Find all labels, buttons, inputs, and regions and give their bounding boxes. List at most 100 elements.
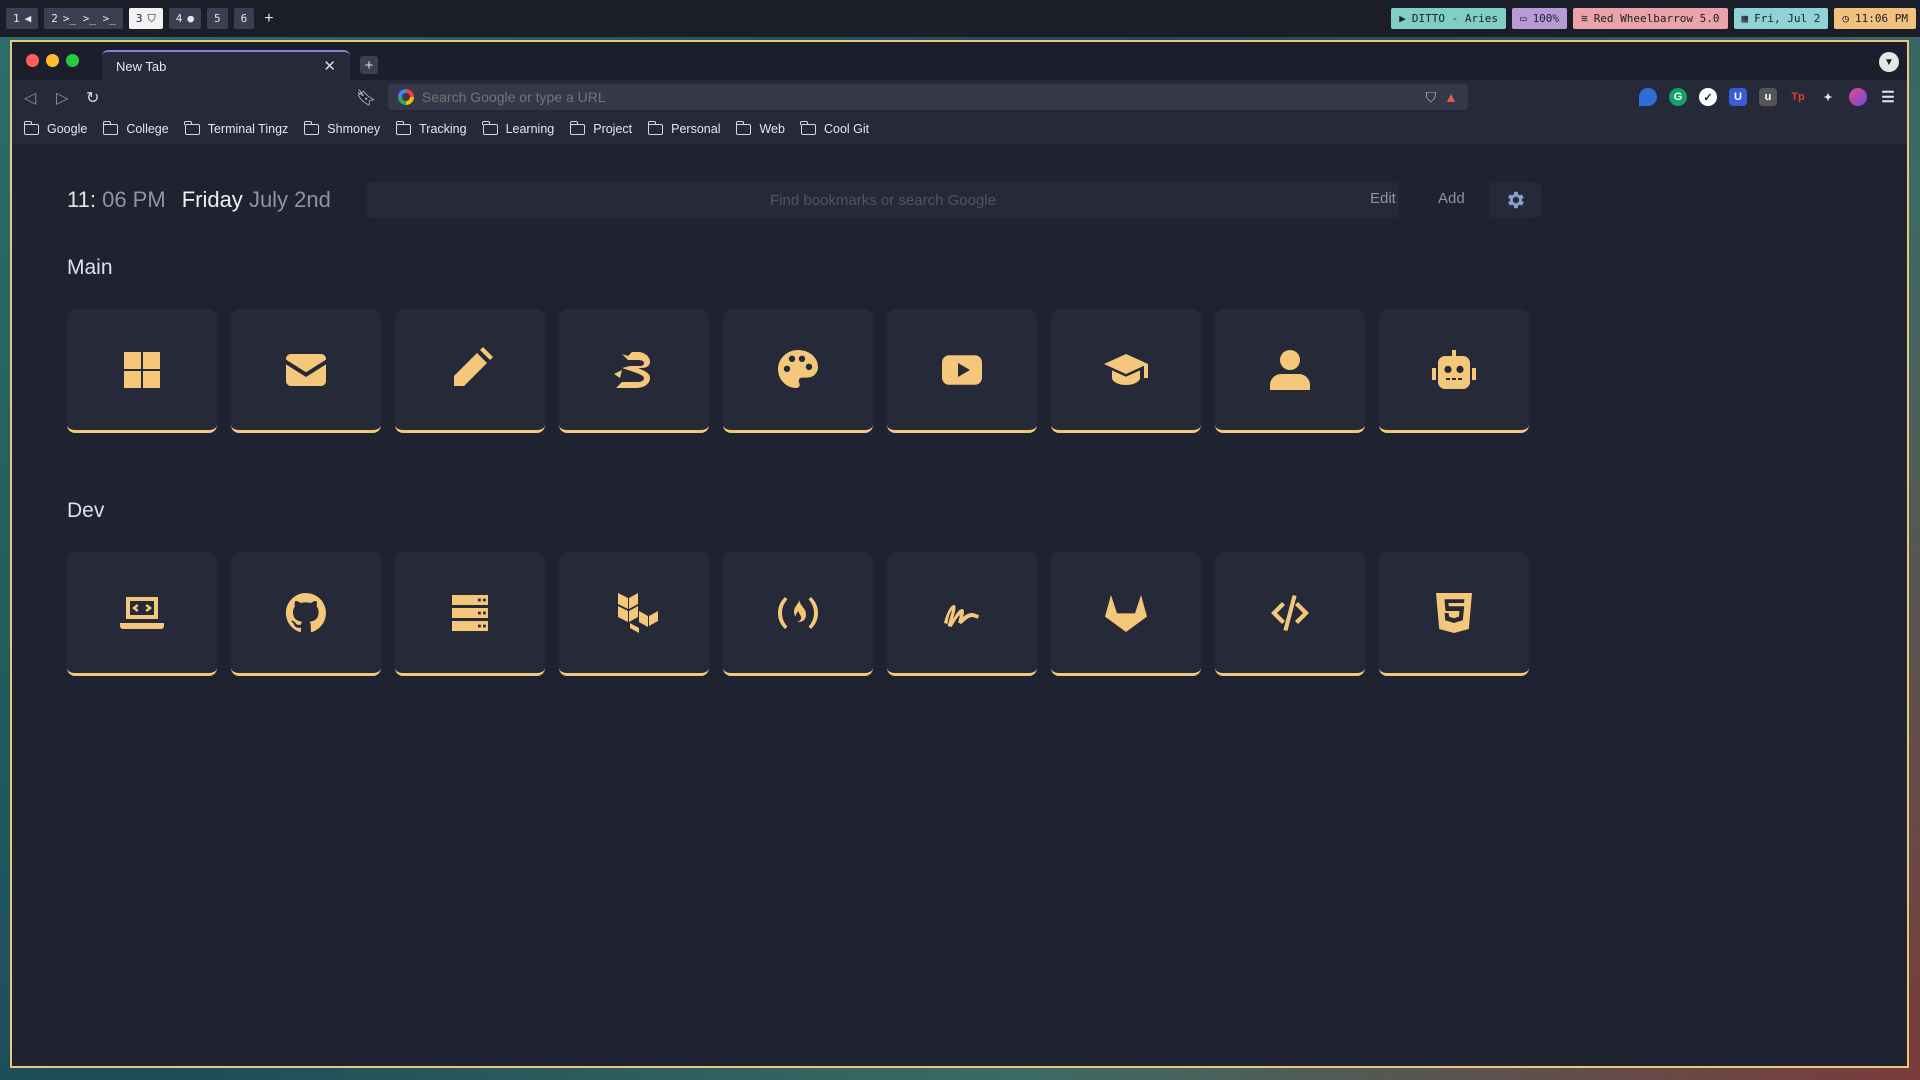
- mail-icon: [286, 353, 326, 386]
- bookmark-folder-tracking[interactable]: Tracking: [395, 120, 467, 136]
- bookmark-label: College: [126, 122, 169, 136]
- menu-icon[interactable]: ☰: [1879, 88, 1897, 106]
- bookmark-label: Shmoney: [327, 122, 381, 136]
- bookmark-label: Tracking: [419, 122, 467, 136]
- server-icon: [452, 594, 488, 631]
- wifi-icon: ≋: [1581, 12, 1588, 25]
- workspace-4[interactable]: 4 ●: [168, 8, 201, 29]
- close-window-button[interactable]: [26, 54, 39, 67]
- dev-tiles-grid: [67, 552, 1529, 676]
- workspace-6[interactable]: 6: [233, 8, 255, 29]
- shield-extension-icon[interactable]: U: [1729, 88, 1747, 106]
- new-tab-button[interactable]: +: [360, 56, 378, 74]
- tile-laptop-code[interactable]: [67, 552, 217, 676]
- tile-server[interactable]: [395, 552, 545, 676]
- workspace-3[interactable]: 3 ⛉: [128, 8, 163, 29]
- date: Friday July 2nd: [182, 187, 331, 213]
- media-status[interactable]: ▶ DITTO - Aries: [1391, 8, 1506, 29]
- bookmark-folder-project[interactable]: Project: [569, 120, 632, 136]
- bookmark-folder-learning[interactable]: Learning: [482, 120, 554, 136]
- tab-new-tab[interactable]: New Tab ✕: [102, 50, 350, 80]
- bookmark-folder-google[interactable]: Google: [23, 120, 88, 136]
- maximize-window-button[interactable]: [66, 54, 79, 67]
- ublock-icon[interactable]: u: [1759, 88, 1777, 106]
- workspace-number: 3: [135, 12, 143, 25]
- add-button[interactable]: Add: [1438, 190, 1465, 207]
- tab-strip: New Tab ✕ + ▼: [12, 42, 1907, 80]
- reload-icon[interactable]: ↻: [86, 88, 99, 108]
- bookmark-label: Terminal Tingz: [207, 122, 289, 136]
- tile-boxes[interactable]: [559, 552, 709, 676]
- wifi-label: Red Wheelbarrow 5.0: [1593, 12, 1720, 25]
- tile-dragon[interactable]: [559, 309, 709, 433]
- extensions-area: G ✓ U u Tp ✦ ☰: [1639, 88, 1897, 106]
- tile-user[interactable]: [1215, 309, 1365, 433]
- chat-icon: ●: [187, 12, 194, 25]
- back-icon[interactable]: ◁: [24, 88, 36, 108]
- clock: 11: 06 PM: [67, 187, 166, 213]
- bookmark-folder-shmoney[interactable]: Shmoney: [303, 120, 381, 136]
- workspace-2[interactable]: 2 >_ >_ >_: [44, 8, 123, 29]
- address-bar[interactable]: ⛉ ▲: [388, 84, 1468, 110]
- tile-code[interactable]: [1215, 552, 1365, 676]
- bookmark-folder-personal[interactable]: Personal: [647, 120, 721, 136]
- bookmark-folder-web[interactable]: Web: [735, 120, 785, 136]
- pencil-icon: [454, 346, 493, 386]
- tile-graduation[interactable]: [1051, 309, 1201, 433]
- bookmark-label: Google: [47, 122, 88, 136]
- tile-html5[interactable]: [1379, 552, 1529, 676]
- browser-toolbar: ◁ ▷ ↻ 🔖︎ ⛉ ▲ G ✓ U u Tp ✦ ☰: [12, 80, 1907, 114]
- tile-github[interactable]: [231, 552, 381, 676]
- grammarly-icon[interactable]: G: [1669, 88, 1687, 106]
- section-title-main: Main: [67, 256, 113, 279]
- bookmark-search-input[interactable]: [367, 182, 1399, 218]
- forward-icon[interactable]: ▷: [56, 88, 68, 108]
- windows-icon: [124, 351, 160, 388]
- profile-avatar[interactable]: [1849, 88, 1867, 106]
- folder-icon: [482, 120, 498, 135]
- settings-button[interactable]: [1489, 182, 1541, 218]
- bookmark-folder-cool-git[interactable]: Cool Git: [800, 120, 869, 136]
- tile-windows[interactable]: [67, 309, 217, 433]
- edit-button[interactable]: Edit: [1370, 190, 1396, 207]
- tile-freecodecamp[interactable]: [723, 552, 873, 676]
- minimize-window-button[interactable]: [46, 54, 59, 67]
- folder-icon: [184, 120, 200, 135]
- bookmark-label: Web: [759, 122, 785, 136]
- play-icon: ▶: [1399, 12, 1406, 25]
- puzzle-extensions-icon[interactable]: ✦: [1819, 88, 1837, 106]
- bookmark-folder-terminal-tingz[interactable]: Terminal Tingz: [184, 120, 289, 136]
- graduation-cap-icon: [1104, 353, 1148, 385]
- tile-palette[interactable]: [723, 309, 873, 433]
- tab-search-dropdown-icon[interactable]: ▼: [1879, 52, 1899, 72]
- tile-pencil[interactable]: [395, 309, 545, 433]
- workspace-5[interactable]: 5: [206, 8, 228, 29]
- folder-icon: [395, 120, 412, 135]
- html5-icon: [1436, 592, 1472, 633]
- workspace-1[interactable]: 1 ◀: [6, 8, 39, 29]
- bookmark-label: Personal: [671, 122, 721, 136]
- brave-rewards-icon[interactable]: ▲: [1444, 89, 1458, 105]
- terminal-icon: >_ >_ >_: [62, 12, 116, 25]
- folder-icon: [303, 120, 320, 135]
- tile-mail[interactable]: [231, 309, 381, 433]
- pin-extension-icon[interactable]: [1639, 88, 1657, 106]
- gitlab-icon: [1105, 594, 1147, 632]
- check-extension-icon[interactable]: ✓: [1699, 88, 1717, 106]
- tile-youtube[interactable]: [887, 309, 1037, 433]
- gear-icon: [1508, 191, 1524, 209]
- battery-icon: ▭: [1519, 12, 1527, 25]
- tile-robot[interactable]: [1379, 309, 1529, 433]
- wifi-status[interactable]: ≋ Red Wheelbarrow 5.0: [1573, 8, 1728, 29]
- folder-icon: [102, 120, 119, 135]
- bookmark-page-icon[interactable]: 🔖︎: [356, 88, 376, 108]
- close-tab-icon[interactable]: ✕: [323, 57, 336, 75]
- add-workspace-icon[interactable]: +: [264, 10, 273, 28]
- tile-signature[interactable]: [887, 552, 1037, 676]
- bookmark-folder-college[interactable]: College: [102, 120, 169, 136]
- tp-extension-icon[interactable]: Tp: [1789, 88, 1807, 106]
- url-input[interactable]: [422, 89, 1342, 105]
- workspace-number: 6: [240, 12, 248, 25]
- tile-gitlab[interactable]: [1051, 552, 1201, 676]
- brave-shields-icon[interactable]: ⛉: [1426, 89, 1437, 106]
